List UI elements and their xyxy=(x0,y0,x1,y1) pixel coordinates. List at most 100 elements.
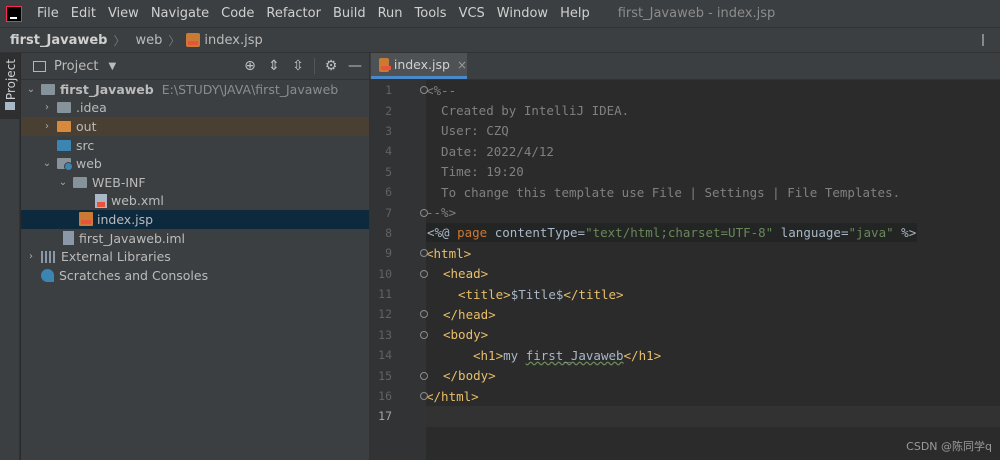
tree-item-out[interactable]: › out xyxy=(21,117,369,136)
tree-item-iml[interactable]: first_Javaweb.iml xyxy=(21,229,369,248)
web-folder-icon xyxy=(57,158,73,172)
tree-item-label: src xyxy=(76,137,95,153)
tree-item-label: .idea xyxy=(76,100,107,116)
project-panel-title: Project xyxy=(54,58,99,74)
fold-icon[interactable] xyxy=(420,392,428,401)
code-token: </h1> xyxy=(623,347,662,363)
breadcrumb-file[interactable]: index.jsp xyxy=(180,32,263,48)
tree-item-label: first_Javaweb.iml xyxy=(79,230,186,246)
line-number: 17 xyxy=(378,409,392,424)
excluded-folder-icon xyxy=(57,120,71,132)
breadcrumb-file-label: index.jsp xyxy=(204,32,263,48)
menu-navigate[interactable]: Navigate xyxy=(145,0,215,27)
tree-item-web-xml[interactable]: web.xml xyxy=(21,192,369,211)
line-number: 11 xyxy=(378,287,392,302)
code-line: Date: 2022/4/12 xyxy=(426,143,554,159)
code-token: %> xyxy=(893,225,917,241)
hide-panel-icon[interactable]: — xyxy=(347,58,363,74)
tree-item-web[interactable]: ⌄ web xyxy=(21,154,369,173)
chevron-down-icon[interactable]: ⌄ xyxy=(57,177,69,188)
line-number: 4 xyxy=(385,144,392,159)
breadcrumb-folder[interactable]: web xyxy=(126,33,163,48)
line-number: 6 xyxy=(385,185,392,200)
line-number: 13 xyxy=(378,327,392,342)
menu-refactor[interactable]: Refactor xyxy=(260,0,327,27)
fold-icon[interactable] xyxy=(420,269,428,278)
tree-item-label: index.jsp xyxy=(97,211,154,227)
tree-item-idea[interactable]: › .idea xyxy=(21,99,369,118)
xml-file-icon xyxy=(95,193,107,208)
menu-help[interactable]: Help xyxy=(554,0,596,27)
menu-tools[interactable]: Tools xyxy=(409,0,453,27)
tree-item-label: first_Javaweb xyxy=(60,81,154,97)
code-token: language= xyxy=(773,225,849,241)
left-tool-strip: Project xyxy=(0,53,20,460)
code-line: </head> xyxy=(443,306,496,322)
code-line: <head> xyxy=(443,266,489,282)
editor-tab-bar: index.jsp × xyxy=(370,53,1000,80)
chevron-down-icon[interactable]: ⌄ xyxy=(41,158,53,169)
gear-icon[interactable]: ⚙ xyxy=(323,58,339,74)
tree-item-src[interactable]: src xyxy=(21,136,369,155)
code-editor[interactable]: 1 <%-- 2 Created by IntelliJ IDEA. 3 User… xyxy=(378,80,1000,427)
menu-build[interactable]: Build xyxy=(327,0,372,27)
fold-icon[interactable] xyxy=(420,310,428,319)
fold-icon[interactable] xyxy=(420,330,428,339)
chevron-right-icon[interactable]: › xyxy=(41,102,53,113)
breadcrumb-separator-icon: 〉 xyxy=(168,33,181,48)
line-number: 15 xyxy=(378,368,392,383)
nav-toggle-icon[interactable] xyxy=(982,34,994,46)
project-panel: Project ▼ ⊕ ⇕ ⇳ ⚙ — ⌄ first_Javaweb E:\S… xyxy=(21,53,369,460)
breadcrumb: first_Javaweb 〉 web 〉 index.jsp xyxy=(0,27,1000,53)
breadcrumb-project[interactable]: first_Javaweb xyxy=(0,33,108,48)
project-folder-icon xyxy=(33,60,46,72)
project-view-selector[interactable]: Project ▼ xyxy=(33,59,116,74)
menu-vcs[interactable]: VCS xyxy=(453,0,491,27)
line-number: 9 xyxy=(385,246,392,261)
tree-item-index-jsp[interactable]: index.jsp xyxy=(21,210,369,229)
project-tree: ⌄ first_Javaweb E:\STUDY\JAVA\first_Java… xyxy=(21,80,369,285)
menu-file[interactable]: File xyxy=(31,0,65,27)
line-number: 12 xyxy=(378,307,392,322)
collapse-all-icon[interactable]: ⇳ xyxy=(290,58,306,74)
libraries-icon xyxy=(41,250,56,263)
tree-item-web-inf[interactable]: ⌄ WEB-INF xyxy=(21,173,369,192)
tab-index-jsp[interactable]: index.jsp × xyxy=(371,53,467,79)
fold-icon[interactable] xyxy=(420,208,428,217)
watermark: CSDN @陈同学q xyxy=(906,440,992,453)
tab-label: index.jsp xyxy=(393,57,450,72)
project-panel-header: Project ▼ ⊕ ⇕ ⇳ ⚙ — xyxy=(21,53,369,80)
project-tool-tab[interactable]: Project xyxy=(0,53,20,119)
code-line: <body> xyxy=(443,327,489,343)
code-token: <title> xyxy=(458,286,511,302)
code-token: <%@ xyxy=(427,225,458,241)
code-line: To change this template use File | Setti… xyxy=(426,184,901,200)
expand-all-icon[interactable]: ⇕ xyxy=(266,58,282,74)
chevron-down-icon: ▼ xyxy=(108,60,117,72)
tree-item-project-root[interactable]: ⌄ first_Javaweb E:\STUDY\JAVA\first_Java… xyxy=(21,80,369,99)
menu-window[interactable]: Window xyxy=(491,0,554,27)
close-icon[interactable]: × xyxy=(457,58,467,72)
menu-edit[interactable]: Edit xyxy=(65,0,102,27)
line-number: 8 xyxy=(385,225,392,240)
code-line: Time: 19:20 xyxy=(426,164,524,180)
menu-view[interactable]: View xyxy=(102,0,145,27)
tree-item-external-libraries[interactable]: › External Libraries xyxy=(21,247,369,266)
code-token: </title> xyxy=(563,286,624,302)
code-token: "text/html;charset=UTF-8" xyxy=(585,225,774,241)
chevron-down-icon[interactable]: ⌄ xyxy=(25,84,37,95)
fold-icon[interactable] xyxy=(420,371,428,380)
tree-item-label: web.xml xyxy=(111,193,164,209)
code-line: </body> xyxy=(443,368,496,384)
window-title: first_Javaweb - index.jsp xyxy=(617,6,776,21)
locate-file-icon[interactable]: ⊕ xyxy=(242,58,258,74)
tree-item-scratches[interactable]: Scratches and Consoles xyxy=(21,266,369,285)
menu-run[interactable]: Run xyxy=(372,0,409,27)
tree-item-label: External Libraries xyxy=(61,249,171,265)
menu-code[interactable]: Code xyxy=(215,0,260,27)
chevron-right-icon[interactable]: › xyxy=(41,121,53,132)
chevron-right-icon[interactable]: › xyxy=(25,251,37,262)
code-line: User: CZQ xyxy=(426,123,509,139)
line-number: 10 xyxy=(378,266,392,281)
folder-icon xyxy=(57,102,71,114)
